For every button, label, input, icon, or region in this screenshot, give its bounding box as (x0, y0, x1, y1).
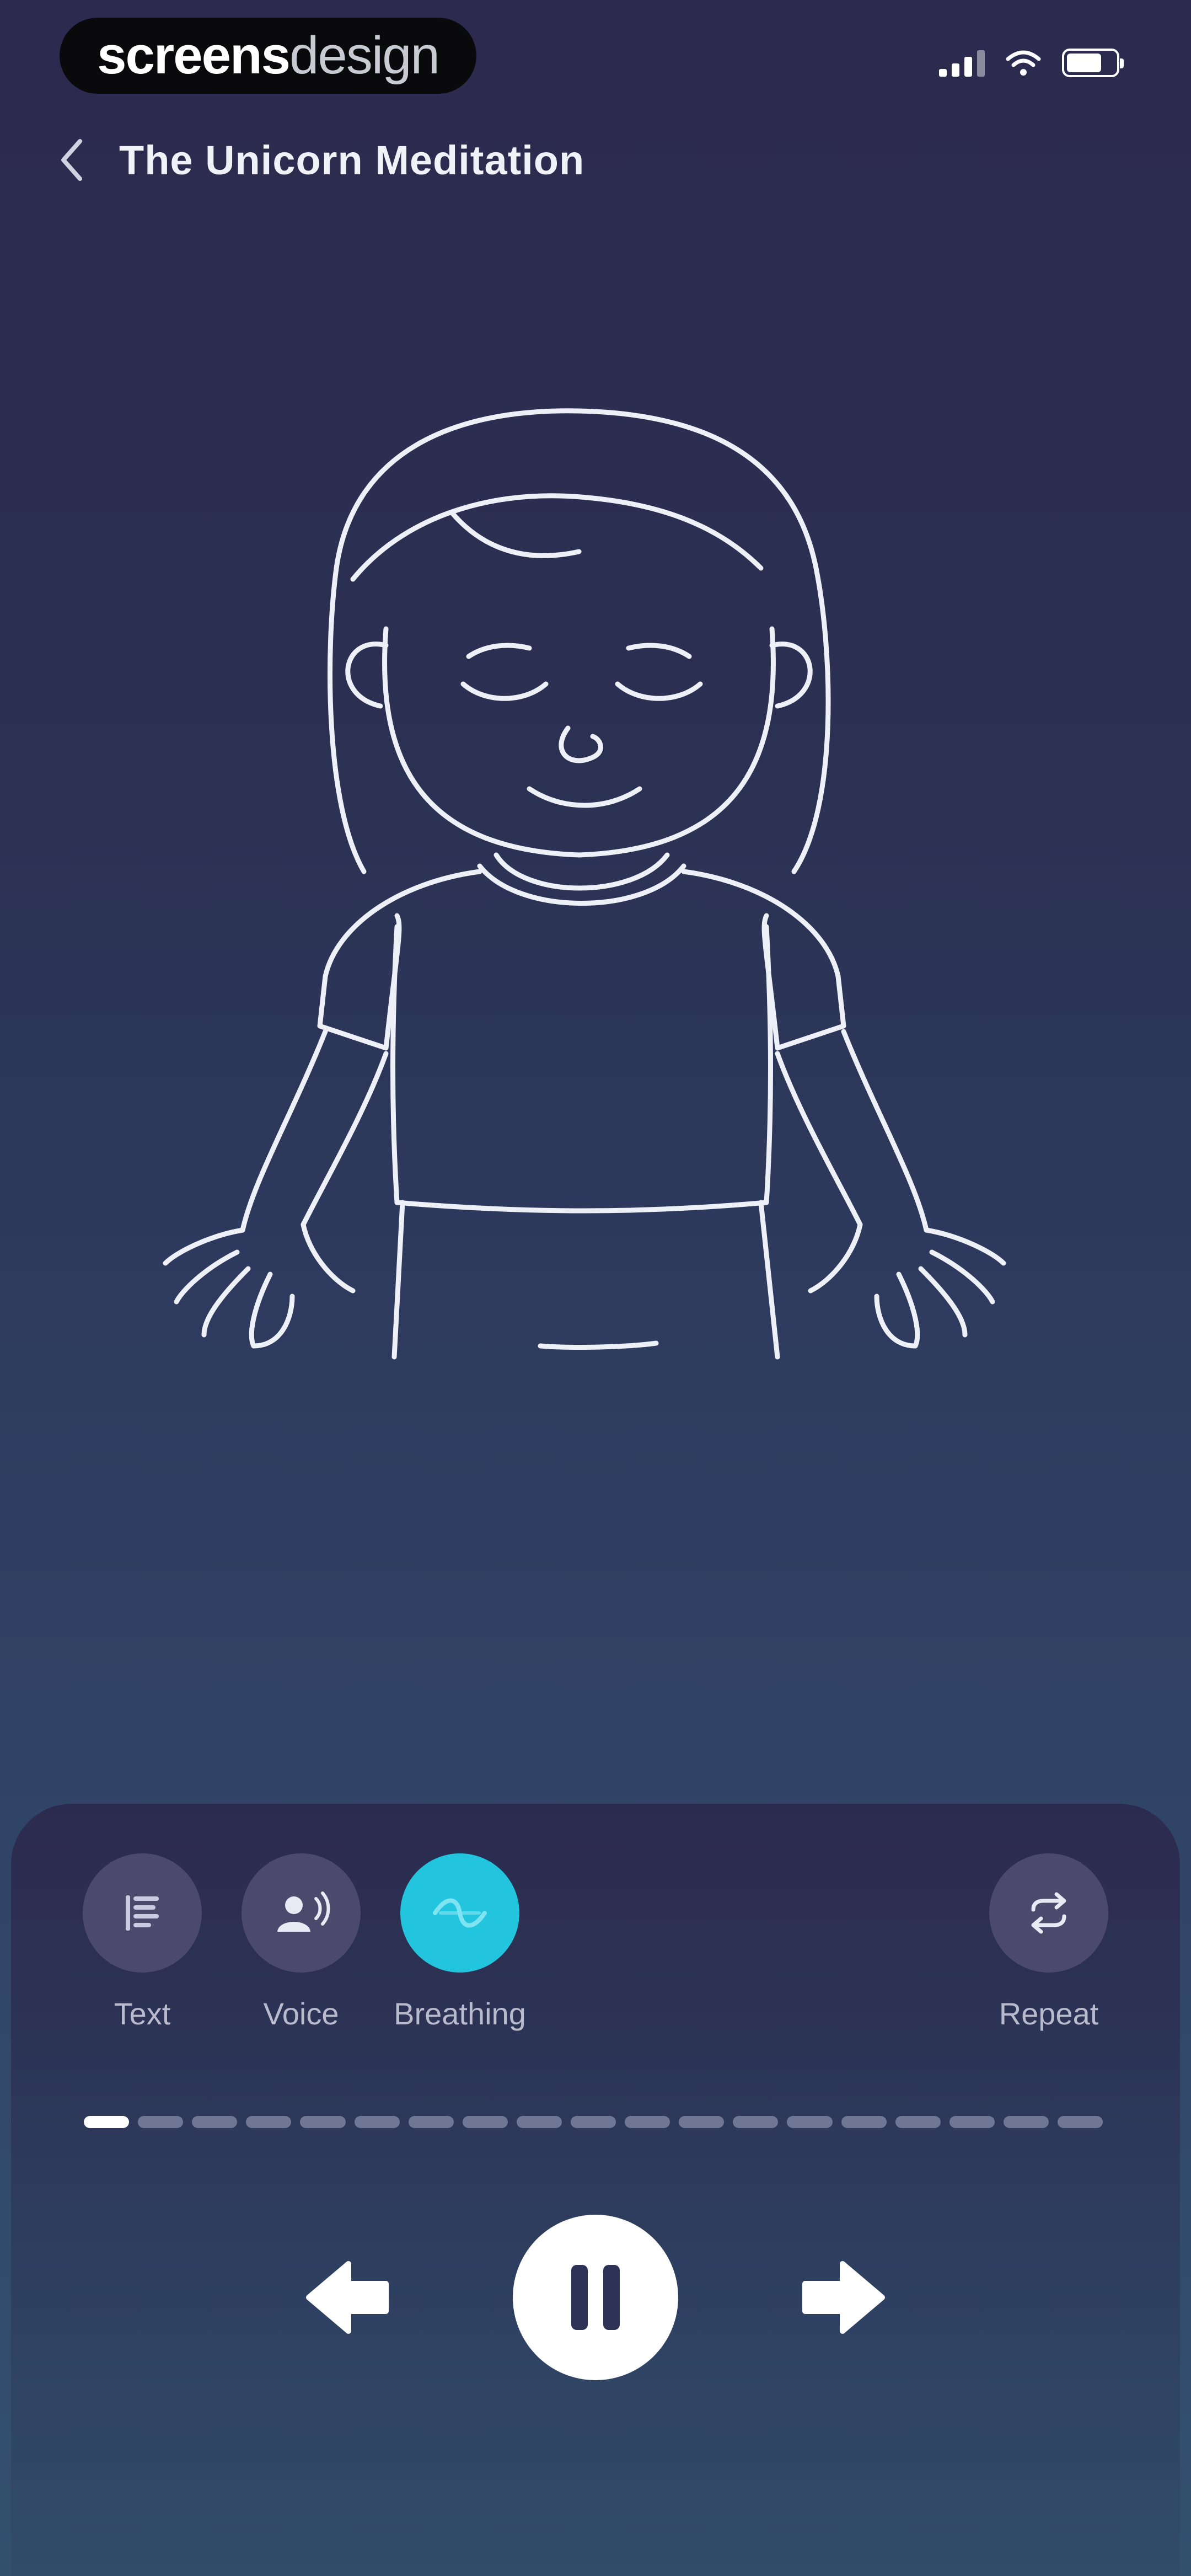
voice-mode-button[interactable] (242, 1853, 361, 1973)
repeat-icon (1031, 1892, 1066, 1934)
progress-segment (462, 2116, 508, 2128)
step-progress-bar (84, 2116, 1103, 2129)
text-lines-icon (126, 1895, 159, 1931)
status-icons (939, 49, 1124, 77)
header: The Unicorn Meditation (55, 132, 584, 188)
progress-segment (679, 2116, 725, 2128)
wifi-icon (1006, 50, 1041, 76)
meditation-screen: screens design The Unicorn Meditation Te… (0, 0, 1191, 2576)
previous-button[interactable] (292, 2253, 403, 2342)
progress-segment (1057, 2116, 1103, 2128)
progress-segment (841, 2116, 887, 2128)
mode-voice[interactable]: Voice (235, 1853, 367, 2032)
progress-segment (408, 2116, 454, 2128)
breathing-mode-label: Breathing (394, 1996, 526, 2031)
progress-segment (570, 2116, 616, 2128)
page-title: The Unicorn Meditation (119, 137, 585, 183)
brand-primary-text: screens (97, 26, 291, 85)
mode-breathing[interactable]: Breathing (394, 1853, 526, 2032)
repeat-label: Repeat (999, 1996, 1099, 2031)
mode-text[interactable]: Text (76, 1853, 208, 2032)
arrow-right-icon (802, 2261, 885, 2334)
progress-segment (625, 2116, 670, 2128)
next-button[interactable] (788, 2253, 899, 2342)
brand-secondary-text: design (289, 26, 440, 85)
progress-segment (733, 2116, 779, 2128)
progress-segment (354, 2116, 400, 2128)
pause-icon (564, 2265, 627, 2330)
breathing-mode-button[interactable] (400, 1853, 519, 1973)
progress-segment (300, 2116, 346, 2128)
battery-icon (1062, 49, 1124, 77)
text-mode-label: Text (114, 1996, 171, 2031)
repeat-button[interactable] (989, 1853, 1108, 1973)
voice-mode-label: Voice (263, 1996, 339, 2031)
progress-segment (895, 2116, 941, 2128)
progress-segment (787, 2116, 833, 2128)
progress-segment (1003, 2116, 1049, 2128)
back-button[interactable] (55, 132, 88, 188)
meditating-girl-illustration (163, 408, 1006, 1360)
person-voice-icon (277, 1891, 330, 1932)
progress-segment (84, 2116, 130, 2128)
text-mode-button[interactable] (83, 1853, 202, 1973)
chevron-left-icon (61, 139, 82, 181)
arrow-left-icon (306, 2261, 389, 2334)
progress-segment (138, 2116, 184, 2128)
signal-icon (939, 49, 985, 77)
progress-segment (246, 2116, 292, 2128)
progress-segment (949, 2116, 995, 2128)
progress-segment (516, 2116, 562, 2128)
breathing-wave-icon (433, 1898, 487, 1928)
mode-repeat[interactable]: Repeat (983, 1853, 1115, 2032)
pause-button[interactable] (513, 2215, 678, 2380)
brand-badge: screens design (60, 18, 476, 94)
progress-segment (192, 2116, 238, 2128)
